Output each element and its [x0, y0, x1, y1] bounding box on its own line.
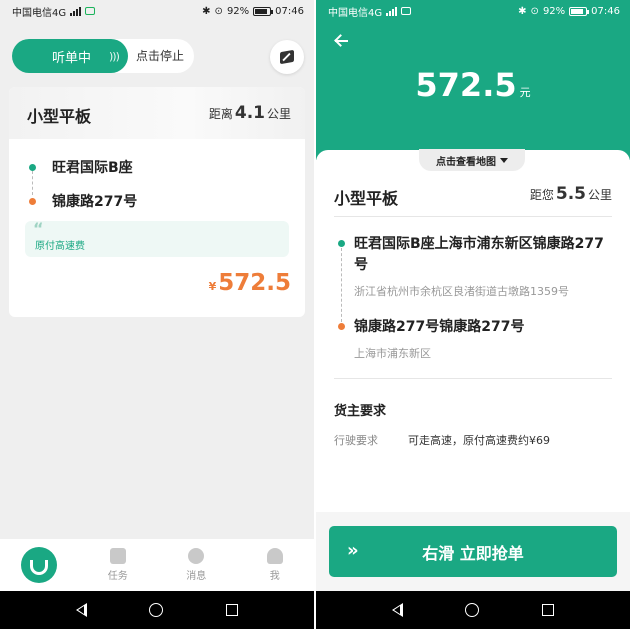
grab-order-label: 右滑 立即抢单 — [422, 543, 524, 563]
distance-unit: 公里 — [266, 107, 291, 121]
grab-order-slider[interactable]: » 右滑 立即抢单 — [329, 526, 617, 577]
price-unit: 元 — [519, 86, 531, 99]
bluetooth-icon: ✱ — [202, 5, 211, 17]
didi-logo-icon — [21, 547, 58, 583]
battery-icon — [569, 6, 590, 16]
origin-address: 浙江省杭州市余杭区良渚街道古墩路1359号 — [354, 285, 569, 298]
system-nav-bar — [316, 591, 630, 629]
order-price: ¥572.5 — [209, 270, 291, 296]
carrier-label: 中国电信4G — [328, 7, 383, 19]
view-map-button[interactable]: 点击查看地图 — [419, 149, 525, 171]
double-chevron-right-icon: » — [347, 540, 359, 561]
divider — [334, 378, 612, 379]
tab-home[interactable] — [0, 539, 79, 591]
requirements-title: 货主要求 — [334, 404, 387, 419]
drive-requirement-value: 可走高速，原付高速费约¥69 — [408, 434, 550, 447]
distance-value: 5.5 — [555, 184, 586, 204]
signal-icon — [386, 6, 398, 16]
currency-symbol: ¥ — [208, 280, 217, 293]
fee-note: 原付高速费 — [35, 241, 85, 252]
clock: 07:46 — [275, 5, 304, 17]
nav-recent-icon[interactable] — [225, 604, 238, 616]
origin-name: 旺君国际B座 — [52, 160, 133, 176]
route-line — [341, 248, 342, 322]
fee-note-box: “ 原付高速费 — [25, 219, 289, 257]
nav-home-icon[interactable] — [149, 603, 164, 617]
distance-readout: 距您 5.5 公里 — [530, 184, 612, 204]
license-icon — [85, 7, 96, 15]
destination-address: 上海市浦东新区 — [354, 347, 431, 360]
price-value: 572.5 — [218, 270, 291, 296]
divider — [334, 216, 612, 217]
origin-dot-icon — [29, 163, 36, 171]
map-icon — [280, 49, 294, 65]
origin-stop: 旺君国际B座 — [29, 157, 133, 177]
destination-dot-icon — [29, 197, 36, 205]
price-value: 572.5 — [415, 66, 517, 104]
chat-icon — [188, 548, 205, 564]
bluetooth-icon: ✱ — [518, 5, 527, 17]
tab-tasks-label: 任务 — [107, 571, 128, 582]
system-nav-bar — [0, 591, 314, 629]
price-header: 572.5 元 — [316, 22, 630, 160]
nav-back-icon[interactable] — [76, 603, 88, 617]
right-phone-screen: 中国电信4G ✱ ⊙ 92% 07:46 572.5 元 点击查看地图 小型平板 … — [316, 0, 630, 629]
battery-icon — [253, 6, 274, 16]
distance-prefix: 距离 — [208, 107, 233, 121]
drive-requirement-label: 行驶要求 — [334, 434, 378, 447]
distance-unit: 公里 — [587, 188, 612, 202]
order-card[interactable]: 小型平板 距离 4.1 公里 旺君国际B座 锦康路277号 “ 原付高速费 ¥572… — [9, 87, 305, 317]
bottom-tab-bar: 任务 消息 我 — [0, 539, 314, 591]
distance-value: 4.1 — [234, 103, 265, 123]
destination-name: 锦康路277号锦康路277号 — [354, 319, 525, 335]
clock: 07:46 — [591, 5, 620, 17]
listen-toggle[interactable]: 听单中 ))) 点击停止 — [12, 39, 194, 73]
status-bar: 中国电信4G ✱ ⊙ 92% 07:46 — [316, 0, 630, 22]
origin-name: 旺君国际B座上海市浦东新区锦康路277号 — [354, 236, 604, 273]
status-bar: 中国电信4G ✱ ⊙ 92% 07:46 — [0, 0, 314, 22]
battery-percent: 92% — [542, 5, 566, 17]
location-icon: ⊙ — [530, 5, 539, 17]
listening-state: 听单中 ))) — [12, 39, 128, 73]
order-price-large: 572.5 元 — [316, 66, 630, 104]
vehicle-type: 小型平板 — [27, 107, 92, 126]
location-icon: ⊙ — [214, 5, 223, 17]
view-map-label: 点击查看地图 — [436, 156, 496, 168]
order-card-header: 小型平板 距离 4.1 公里 — [9, 87, 305, 139]
listening-label: 听单中 — [52, 50, 92, 66]
destination-stop: 锦康路277号 — [29, 191, 137, 211]
nav-back-icon[interactable] — [392, 603, 404, 617]
quote-icon: “ — [33, 219, 44, 238]
task-icon — [109, 548, 126, 564]
carrier-label: 中国电信4G — [12, 7, 67, 19]
signal-icon — [70, 6, 82, 16]
nav-recent-icon[interactable] — [541, 604, 554, 616]
destination-dot-icon — [338, 323, 345, 330]
license-icon — [401, 7, 412, 15]
destination-name: 锦康路277号 — [52, 194, 138, 210]
order-detail-card: 点击查看地图 小型平板 距您 5.5 公里 旺君国际B座上海市浦东新区锦康路277号… — [316, 149, 630, 510]
map-button[interactable] — [270, 40, 304, 74]
sound-wave-icon: ))) — [109, 49, 120, 63]
tab-tasks[interactable]: 任务 — [79, 539, 158, 591]
distance-prefix: 距您 — [529, 188, 554, 202]
tab-messages[interactable]: 消息 — [157, 539, 236, 591]
action-bar: » 右滑 立即抢单 — [316, 512, 630, 591]
battery-percent: 92% — [226, 5, 250, 17]
origin-dot-icon — [338, 240, 345, 247]
distance-readout: 距离 4.1 公里 — [209, 103, 291, 123]
arrow-left-icon[interactable] — [334, 34, 348, 48]
vehicle-type: 小型平板 — [334, 189, 399, 208]
caret-down-icon — [500, 157, 508, 163]
person-icon — [266, 548, 283, 564]
stop-listening-button[interactable]: 点击停止 — [136, 39, 184, 73]
left-phone-screen: 中国电信4G ✱ ⊙ 92% 07:46 听单中 ))) 点击停止 小型平板 距… — [0, 0, 314, 629]
tab-me[interactable]: 我 — [236, 539, 315, 591]
nav-home-icon[interactable] — [465, 603, 480, 617]
tab-me-label: 我 — [269, 571, 280, 582]
tab-messages-label: 消息 — [186, 571, 207, 582]
